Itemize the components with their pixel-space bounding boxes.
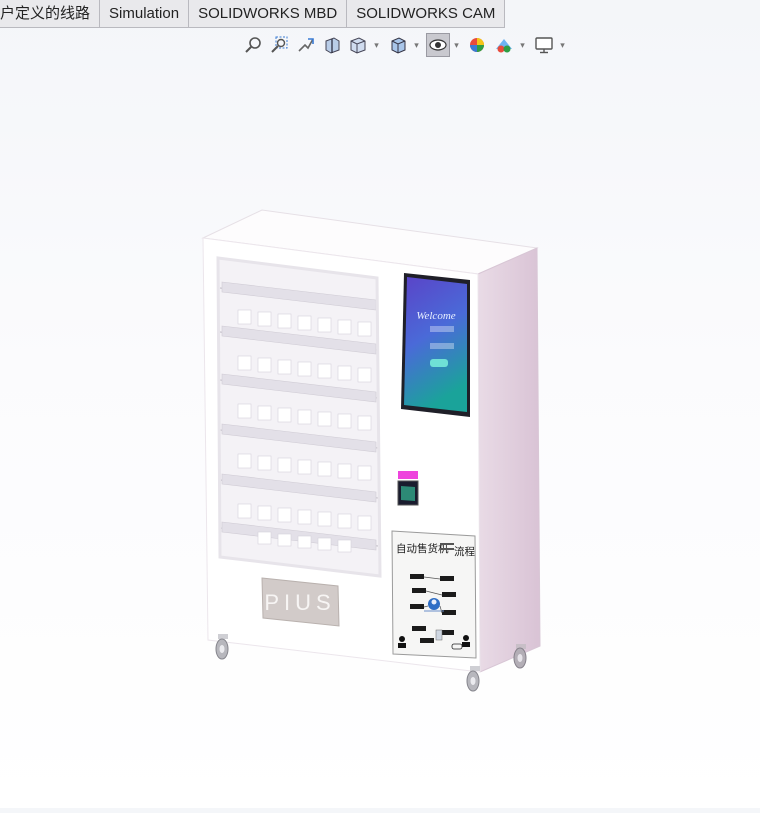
flow-instruction-panel: 自动售货机 流程	[391, 530, 477, 659]
section-view-icon[interactable]	[320, 33, 344, 57]
person-icon	[399, 636, 405, 642]
screen-welcome-text: Welcome	[416, 310, 455, 322]
tab-solidworks-cam[interactable]: SOLIDWORKS CAM	[347, 0, 506, 28]
screen-password-field	[430, 343, 454, 349]
screen-username-field	[430, 326, 454, 332]
chevron-down-icon[interactable]: ▾	[372, 40, 381, 51]
edit-appearance-icon[interactable]	[466, 33, 490, 57]
tab-solidworks-mbd[interactable]: SOLIDWORKS MBD	[189, 0, 348, 28]
person-icon	[463, 635, 469, 641]
tab-simulation[interactable]: Simulation	[100, 0, 190, 28]
apply-scene-icon[interactable]	[492, 33, 516, 57]
pickup-panel: PIUS	[261, 577, 340, 627]
cabinet-side-panel	[477, 247, 541, 673]
vending-machine-model[interactable]: PIUS Welcome 自动售货机 流程	[0, 60, 760, 808]
tab-routing[interactable]: 户定义的线路	[0, 0, 101, 28]
chevron-down-icon[interactable]: ▾	[518, 40, 527, 51]
screen-login-button	[430, 359, 448, 367]
chevron-down-icon[interactable]: ▾	[558, 40, 567, 51]
hide-show-items-icon[interactable]	[426, 33, 450, 57]
zoom-to-fit-icon[interactable]	[242, 33, 266, 57]
chevron-down-icon[interactable]: ▾	[412, 40, 421, 51]
view-orientation-icon[interactable]	[346, 33, 370, 57]
pickup-panel-label: PIUS	[264, 590, 335, 615]
graphics-area[interactable]: PIUS Welcome 自动售货机 流程	[0, 60, 760, 808]
previous-view-icon[interactable]	[294, 33, 318, 57]
indicator-light	[398, 471, 418, 479]
glass-door	[216, 256, 382, 578]
command-manager-tabs: 户定义的线路 Simulation SOLIDWORKS MBD SOLIDWO…	[0, 0, 506, 28]
zoom-to-area-icon[interactable]	[268, 33, 292, 57]
display-style-icon[interactable]	[386, 33, 410, 57]
payment-module	[397, 471, 419, 506]
heads-up-view-toolbar: ▾ ▾ ▾ ▾ ▾	[242, 32, 570, 58]
chevron-down-icon[interactable]: ▾	[452, 40, 461, 51]
view-settings-icon[interactable]	[532, 33, 556, 57]
flow-panel-title-suffix: 流程	[454, 545, 475, 558]
touch-screen: Welcome	[401, 273, 470, 417]
